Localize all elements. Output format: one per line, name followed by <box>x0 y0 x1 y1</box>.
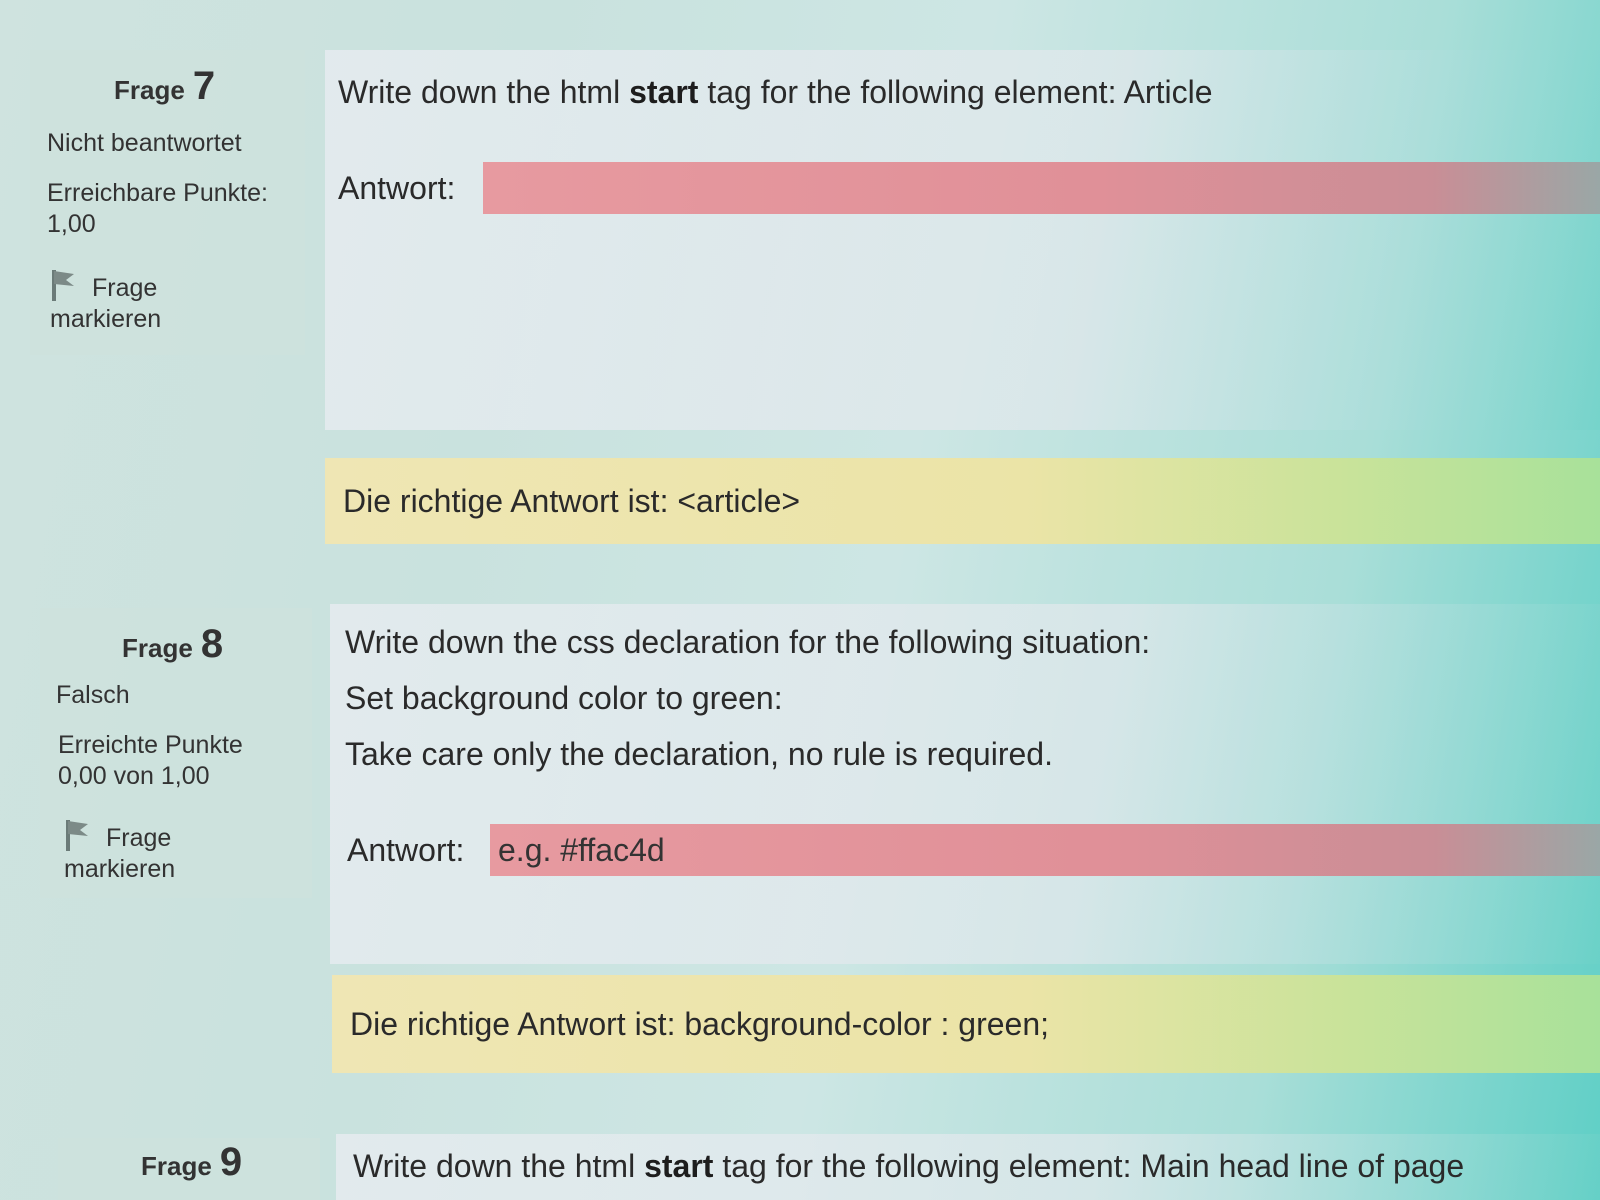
flag-label-line2: markieren <box>64 855 176 883</box>
prompt-text-end: tag for the following element: Main head… <box>713 1148 1465 1184</box>
flag-label-line1: Frage <box>106 824 172 852</box>
question-label: Frage <box>141 1151 212 1181</box>
points-label: Erreichte Punkte <box>58 731 243 759</box>
question-number-value: 9 <box>219 1140 243 1184</box>
answer-label: Antwort: <box>347 832 465 868</box>
question-9: Frage 9 Write down the html start tag for… <box>0 1120 1600 1200</box>
answer-input[interactable] <box>490 824 1600 876</box>
answer-row: Antwort: <box>347 824 1600 876</box>
question-8: Frage 8 Falsch Erreichte Punkte 0,00 von … <box>0 0 1600 1100</box>
question-number: Frage 9 <box>141 1140 242 1185</box>
question-label: Frage <box>122 633 193 663</box>
flag-icon <box>64 818 92 852</box>
points-value: 0,00 von 1,00 <box>58 762 210 790</box>
question-prompt: Write down the html start tag for the fo… <box>353 1148 1464 1185</box>
prompt-bold: start <box>644 1148 714 1184</box>
question-prompt-line-3: Take care only the declaration, no rule … <box>345 736 1053 772</box>
prompt-text: Write down the html <box>353 1148 645 1184</box>
question-status: Falsch <box>56 681 130 709</box>
question-prompt-line-1: Write down the css declaration for the f… <box>345 624 1151 660</box>
question-number: Frage 8 <box>122 622 223 667</box>
question-prompt-line-2: Set background color to green: <box>345 680 783 716</box>
question-number-value: 8 <box>200 622 224 666</box>
correct-answer-feedback: Die richtige Antwort ist: background-col… <box>332 975 1600 1073</box>
flag-question-link[interactable]: Frage markieren <box>64 818 175 885</box>
